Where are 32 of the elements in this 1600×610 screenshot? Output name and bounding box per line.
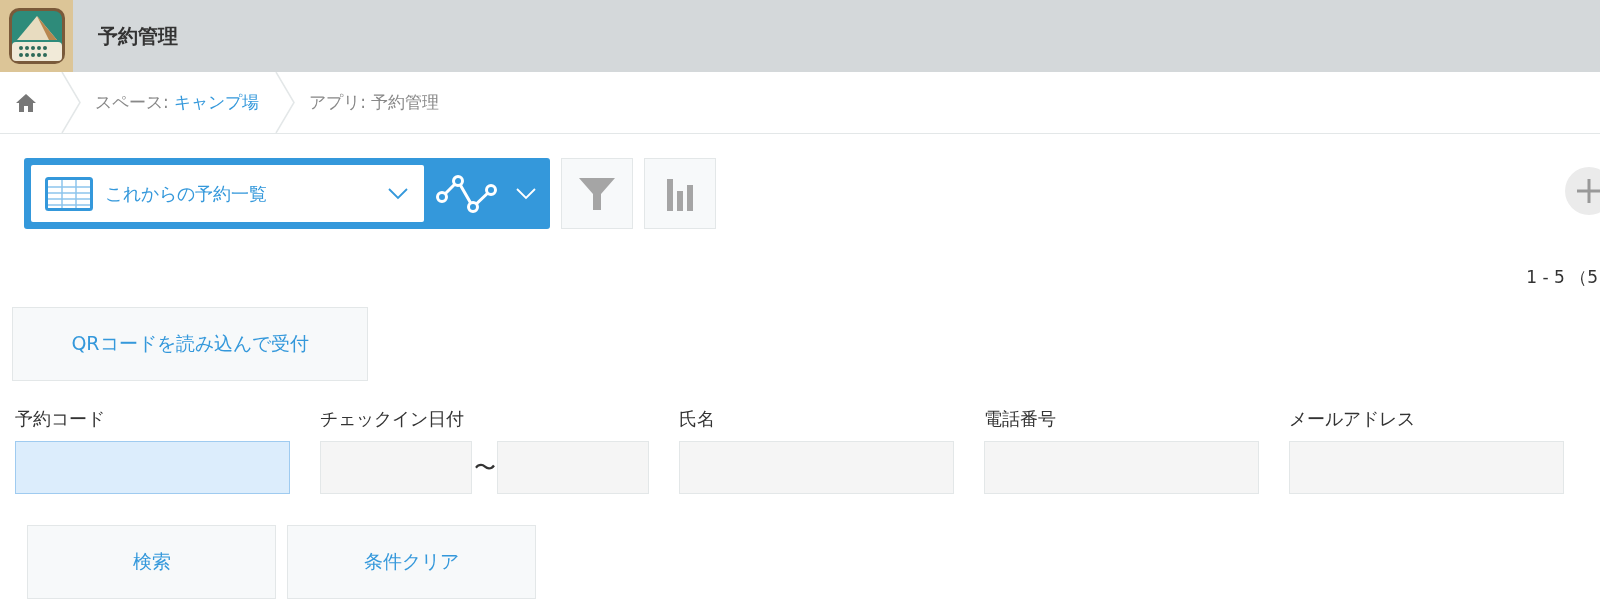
bar-chart-icon (665, 176, 695, 211)
filter-button[interactable] (561, 158, 633, 229)
pagination-text: 1 - 5 （5 (1526, 267, 1598, 287)
field-label: 予約コード (15, 407, 106, 431)
range-separator: 〜 (472, 453, 497, 482)
field-label: 氏名 (679, 407, 716, 431)
breadcrumb-item: アプリ: 予約管理 (309, 91, 440, 114)
action-button[interactable]: 条件クリア (287, 525, 536, 599)
app-icon[interactable] (6, 6, 67, 66)
qr-scan-button[interactable]: QRコードを読み込んで受付 (12, 307, 368, 381)
table-icon (45, 176, 93, 211)
view-dropdown[interactable]: これからの予約一覧 (31, 165, 424, 222)
input-field[interactable] (679, 441, 954, 494)
add-button[interactable] (1565, 167, 1600, 215)
input-field[interactable] (1289, 441, 1564, 494)
action-button[interactable]: 検索 (27, 525, 276, 599)
home-icon[interactable] (15, 91, 37, 114)
space-link[interactable]: キャンプ場 (174, 92, 260, 112)
graph-icon[interactable] (436, 172, 498, 215)
field-label: メールアドレス (1289, 407, 1416, 431)
date-field[interactable] (497, 441, 649, 494)
app-title: 予約管理 (98, 22, 178, 50)
field-label: 電話番号 (984, 407, 1057, 431)
caret-icon[interactable] (516, 187, 536, 200)
chart-button[interactable] (644, 158, 716, 229)
caret-icon (388, 187, 408, 200)
breadcrumb-item[interactable]: スペース: キャンプ場 (95, 91, 260, 114)
date-field[interactable] (320, 441, 472, 494)
field-label: チェックイン日付 (320, 407, 465, 431)
input-field[interactable] (984, 441, 1259, 494)
input-field[interactable] (15, 441, 290, 494)
plus-icon (1576, 178, 1600, 204)
